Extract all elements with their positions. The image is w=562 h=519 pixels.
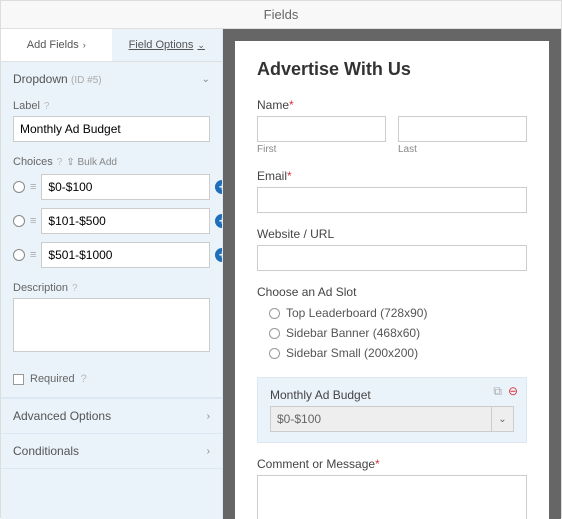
required-checkbox[interactable] [13, 374, 24, 385]
website-input[interactable] [257, 245, 527, 271]
radio-icon [269, 328, 280, 339]
preview-area: Advertise With Us Name* First Last Email… [223, 29, 561, 519]
chevron-right-icon: › [207, 411, 210, 422]
top-header: Fields [1, 1, 561, 29]
budget-select[interactable]: $0-$100 [270, 406, 492, 432]
description-heading: Description [13, 282, 68, 294]
website-label: Website / URL [257, 227, 527, 241]
default-radio[interactable] [13, 249, 25, 261]
comment-input[interactable] [257, 475, 527, 519]
last-name-input[interactable] [398, 116, 527, 142]
drag-icon[interactable]: ≡ [30, 181, 36, 193]
section-dropdown-header[interactable]: Dropdown (ID #5) ⌄ [1, 62, 222, 96]
section-conditionals[interactable]: Conditionals › [1, 433, 222, 469]
tab-field-options[interactable]: Field Options ⌄ [112, 29, 223, 61]
add-choice-icon[interactable]: + [215, 214, 223, 228]
default-radio[interactable] [13, 181, 25, 193]
adslot-option[interactable]: Sidebar Small (200x200) [257, 343, 527, 363]
chevron-down-icon: ⌄ [202, 74, 210, 85]
label-heading: Label [13, 100, 40, 112]
field-id: (ID #5) [71, 75, 102, 86]
first-name-input[interactable] [257, 116, 386, 142]
section-advanced[interactable]: Advanced Options › [1, 398, 222, 433]
add-choice-icon[interactable]: + [215, 248, 223, 262]
choice-row: ≡ + − [13, 208, 210, 234]
drag-icon[interactable]: ≡ [30, 215, 36, 227]
choice-input[interactable] [41, 208, 210, 234]
radio-icon [269, 348, 280, 359]
choice-input[interactable] [41, 174, 210, 200]
tab-add-fields[interactable]: Add Fields › [1, 29, 112, 61]
selected-field-budget[interactable]: ⧉ ⊖ Monthly Ad Budget $0-$100 ⌄ [257, 377, 527, 443]
description-input[interactable] [13, 298, 210, 352]
header-title: Fields [264, 7, 299, 22]
required-mark: * [289, 98, 294, 112]
required-mark: * [375, 457, 380, 471]
choice-row: ≡ + − [13, 174, 210, 200]
required-mark: * [287, 169, 292, 183]
budget-label: Monthly Ad Budget [270, 388, 514, 402]
help-icon[interactable]: ? [81, 373, 87, 385]
radio-icon [269, 308, 280, 319]
add-choice-icon[interactable]: + [215, 180, 223, 194]
help-icon[interactable]: ? [72, 283, 78, 294]
choice-input[interactable] [41, 242, 210, 268]
adslot-option[interactable]: Top Leaderboard (728x90) [257, 303, 527, 323]
help-icon[interactable]: ? [57, 157, 63, 168]
email-label: Email [257, 169, 287, 183]
adslot-option[interactable]: Sidebar Banner (468x60) [257, 323, 527, 343]
drag-icon[interactable]: ≡ [30, 249, 36, 261]
chevron-down-icon: ⌄ [197, 40, 205, 51]
select-toggle-icon[interactable]: ⌄ [492, 406, 514, 432]
first-sublabel: First [257, 144, 386, 155]
form-title: Advertise With Us [257, 59, 527, 80]
chevron-right-icon: › [83, 40, 86, 50]
bulk-add-link[interactable]: ⇪ Bulk Add [66, 157, 117, 168]
choice-row: ≡ + − [13, 242, 210, 268]
default-radio[interactable] [13, 215, 25, 227]
tabs: Add Fields › Field Options ⌄ [1, 29, 222, 62]
label-input[interactable] [13, 116, 210, 142]
help-icon[interactable]: ? [44, 101, 50, 112]
email-input[interactable] [257, 187, 527, 213]
name-label: Name [257, 98, 289, 112]
choices-heading: Choices [13, 156, 53, 168]
adslot-label: Choose an Ad Slot [257, 285, 527, 299]
duplicate-icon[interactable]: ⧉ [493, 384, 502, 399]
chevron-right-icon: › [207, 446, 210, 457]
comment-label: Comment or Message [257, 457, 375, 471]
required-label: Required [30, 373, 75, 385]
upload-icon: ⇪ [66, 157, 74, 168]
delete-icon[interactable]: ⊖ [508, 384, 518, 399]
last-sublabel: Last [398, 144, 527, 155]
sidebar: Add Fields › Field Options ⌄ Dropdown (I… [1, 29, 223, 519]
